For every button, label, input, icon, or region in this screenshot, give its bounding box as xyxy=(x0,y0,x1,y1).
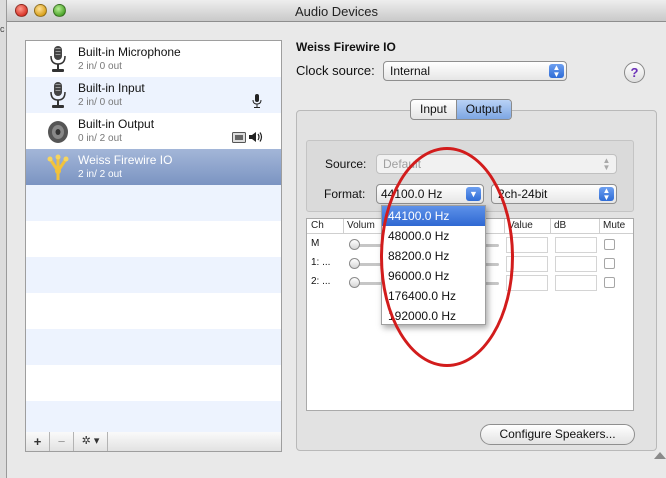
popup-arrows-icon: ▲ ▼ xyxy=(602,156,611,172)
sample-rate-value: 44100.0 Hz xyxy=(381,187,443,201)
microphone-icon xyxy=(50,82,66,108)
channel-label: M xyxy=(311,238,320,249)
clock-source-label: Clock source: xyxy=(296,63,375,78)
device-list[interactable]: Built-in Microphone 2 in/ 0 out Built-in… xyxy=(25,40,282,433)
device-item-builtin-input[interactable]: Built-in Input 2 in/ 0 out xyxy=(26,77,281,113)
column-header-value: Value xyxy=(508,220,533,231)
speaker-icon xyxy=(48,121,68,143)
audio-devices-window: Audio Devices Built-in Microphone 2 in/ … xyxy=(6,0,666,478)
help-button[interactable]: ? xyxy=(624,62,645,83)
device-name: Built-in Output xyxy=(78,117,155,131)
list-stripe xyxy=(26,329,281,365)
value-field[interactable] xyxy=(506,237,548,253)
volume-slider-knob[interactable] xyxy=(349,258,360,269)
column-divider xyxy=(599,219,600,233)
add-device-button[interactable]: + xyxy=(26,432,50,451)
configure-speakers-button[interactable]: Configure Speakers... xyxy=(480,424,635,445)
input-output-segmented-control[interactable]: Input Output xyxy=(410,99,512,120)
volume-slider-knob[interactable] xyxy=(349,239,360,250)
remove-device-button[interactable]: − xyxy=(50,432,74,451)
menu-item-88200[interactable]: 88200.0 Hz xyxy=(382,246,485,266)
list-stripe xyxy=(26,401,281,432)
column-header-ch: Ch xyxy=(311,220,324,231)
column-divider xyxy=(343,219,344,233)
menu-item-96000[interactable]: 96000.0 Hz xyxy=(382,266,485,286)
mute-checkbox[interactable] xyxy=(604,239,615,250)
title-bar[interactable]: Audio Devices xyxy=(7,0,666,22)
device-io: 0 in/ 2 out xyxy=(78,133,122,144)
channel-format-value: 2ch-24bit xyxy=(498,187,548,201)
device-io: 2 in/ 0 out xyxy=(78,97,122,108)
device-name: Weiss Firewire IO xyxy=(78,153,173,167)
format-label: Format: xyxy=(324,187,366,201)
menu-item-192000[interactable]: 192000.0 Hz xyxy=(382,306,485,326)
source-value: Default xyxy=(383,157,422,171)
device-action-menu-button[interactable]: ✲ ▾ xyxy=(74,432,108,451)
speaker-volume-icon xyxy=(249,132,263,142)
selected-device-title: Weiss Firewire IO xyxy=(296,40,396,54)
menu-item-44100[interactable]: 44100.0 Hz xyxy=(382,206,485,226)
device-item-builtin-output[interactable]: Built-in Output 0 in/ 2 out xyxy=(26,113,281,149)
db-field[interactable] xyxy=(555,275,597,291)
microphone-icon xyxy=(50,46,66,72)
channel-format-select[interactable]: 2ch-24bit ▲ ▼ xyxy=(491,184,617,204)
channel-label: 1: ... xyxy=(311,257,331,268)
sample-rate-select[interactable]: 44100.0 Hz ▼ xyxy=(376,184,484,204)
menu-item-48000[interactable]: 48000.0 Hz xyxy=(382,226,485,246)
column-divider xyxy=(504,219,505,233)
chevron-down-icon: ▼ xyxy=(466,187,481,201)
alert-speaker-icon xyxy=(232,132,246,143)
window-title: Audio Devices xyxy=(294,4,379,19)
mute-checkbox[interactable] xyxy=(604,258,615,269)
device-name: Built-in Microphone xyxy=(78,45,181,59)
device-name: Built-in Input xyxy=(78,81,145,95)
device-item-weiss-firewire-io[interactable]: Weiss Firewire IO 2 in/ 2 out xyxy=(26,149,281,185)
firewire-icon xyxy=(47,154,69,180)
source-label: Source: xyxy=(325,157,367,171)
sample-rate-menu[interactable]: 44100.0 Hz 48000.0 Hz 88200.0 Hz 96000.0… xyxy=(381,205,486,325)
tab-output[interactable]: Output xyxy=(455,100,511,119)
popup-arrows-icon: ▲ ▼ xyxy=(599,187,614,202)
column-header-db: dB xyxy=(554,220,567,231)
column-divider xyxy=(550,219,551,233)
tab-input[interactable]: Input xyxy=(411,100,456,119)
db-field[interactable] xyxy=(555,237,597,253)
device-io: 2 in/ 2 out xyxy=(78,169,122,180)
volume-slider-knob[interactable] xyxy=(349,277,360,288)
db-field[interactable] xyxy=(555,256,597,272)
source-select[interactable]: Default ▲ ▼ xyxy=(376,154,617,174)
popup-arrows-icon: ▲ ▼ xyxy=(549,64,564,79)
channel-label: 2: ... xyxy=(311,276,331,287)
value-field[interactable] xyxy=(506,256,548,272)
mute-checkbox[interactable] xyxy=(604,277,615,288)
clock-source-select[interactable]: Internal ▲ ▼ xyxy=(383,61,567,81)
device-list-toolbar: + − ✲ ▾ xyxy=(25,432,282,452)
menu-item-176400[interactable]: 176400.0 Hz xyxy=(382,286,485,306)
clock-source-value: Internal xyxy=(390,64,431,78)
list-stripe xyxy=(26,257,281,293)
device-item-builtin-microphone[interactable]: Built-in Microphone 2 in/ 0 out xyxy=(26,41,281,77)
column-header-mute: Mute xyxy=(603,220,626,231)
column-header-volume: Volum xyxy=(347,220,375,231)
value-field[interactable] xyxy=(506,275,548,291)
resize-corner-icon[interactable] xyxy=(654,452,666,459)
list-stripe xyxy=(26,185,281,221)
device-io: 2 in/ 0 out xyxy=(78,61,122,72)
default-input-microphone-icon xyxy=(252,94,262,108)
